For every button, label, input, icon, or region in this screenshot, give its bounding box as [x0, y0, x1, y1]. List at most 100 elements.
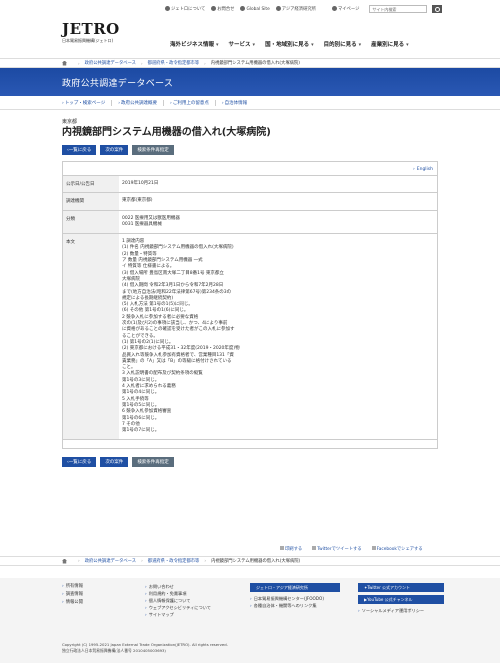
footer-link[interactable]: › 日本貿易振興機構センター(JFOODO) [250, 595, 340, 602]
twitter-account-button[interactable]: ✦ Twitter 公式アカウント [358, 583, 444, 592]
breadcrumb-separator: › [140, 60, 143, 66]
breadcrumb-item[interactable]: 都道府県・政令指定都市等 [148, 558, 200, 564]
footer-col-2: › お問い合わせ › 利用規約・免責事項 › 個人情報保護について › ウェブアクセシビ… [145, 583, 211, 618]
jetro-logo[interactable]: JETRO 日本貿易振興機構(ジェトロ) [62, 22, 120, 44]
row-label: 調達機関 [63, 193, 119, 210]
page-banner: 政府公共調達データベース [0, 68, 500, 96]
respecify-search-button[interactable]: 検索条件再指定 [132, 145, 174, 155]
body-text: 1 調達内容 (1) 件名 内視鏡部門システム用機器の借入れ(大塚病院) (2) 数… [119, 234, 437, 439]
twitter-icon [312, 546, 317, 550]
nav-by-industry[interactable]: 産業別に見る ▾ [371, 40, 409, 48]
back-to-list-button[interactable]: ‹ 一覧に戻る [62, 457, 97, 468]
user-icon [331, 6, 337, 11]
nav-services[interactable]: サービス ▾ [229, 40, 256, 48]
globe-icon [240, 6, 246, 11]
row-label: 本文 [63, 234, 119, 440]
breadcrumb-item[interactable]: 政府公共調達データベース [85, 558, 136, 564]
breadcrumb-item[interactable]: 都道府県・政令指定都市等 [148, 60, 200, 66]
chevron-down-icon: ▾ [406, 42, 409, 48]
twitter-share-link[interactable]: Twitterでツイートする [312, 546, 362, 552]
nav-by-purpose[interactable]: 目的別に見る ▾ [324, 40, 362, 48]
chevron-down-icon: ▾ [216, 42, 219, 48]
nav-by-region[interactable]: 国・地域別に見る ▾ [265, 40, 314, 48]
home-icon[interactable] [62, 60, 67, 66]
respecify-search-button[interactable]: 検索条件再指定 [132, 457, 174, 468]
subnav-overview[interactable]: ›政府公共調達概要 [111, 99, 163, 106]
print-link[interactable]: 印刷する [280, 546, 302, 552]
breadcrumb-separator: › [141, 558, 143, 564]
body-line: 第1号の7に同じ。 [122, 428, 160, 434]
subnav-notes[interactable]: ›ご利用上の留意点 [163, 99, 215, 106]
footer-breadcrumb: › 政府公共調達データベース › 都道府県・政令指定都市等 › 内視鏡部門システ… [0, 556, 500, 566]
action-buttons: ‹ 一覧に戻る 次の案件 検索条件再指定 [62, 145, 438, 155]
arrow-right-icon: › [145, 591, 147, 596]
footer-link[interactable]: › 各種自治体・機関等へのリンク集 [250, 602, 340, 609]
breadcrumb-separator: › [204, 60, 206, 66]
footer-link[interactable]: › ソーシャルメディア運用ポリシー [358, 607, 444, 614]
nav-overseas-business[interactable]: 海外ビジネス情報 ▾ [170, 40, 219, 48]
footer-link[interactable]: › 個人情報保護について [145, 597, 211, 604]
table-row: 分類 0022 医療用又は獣医用機器 0031 医療器具機械 [63, 209, 437, 234]
arrow-right-icon: › [145, 605, 147, 610]
jetro-ide-button[interactable]: ジェトロ・アジア経済研究所 [250, 583, 340, 592]
facebook-share-link[interactable]: Facebookでシェアする [371, 546, 423, 552]
main-content: 東京都 内視鏡部門システム用機器の借入れ(大塚病院) ‹ 一覧に戻る 次の案件 … [62, 118, 438, 468]
category-value: 0022 医療用又は獣医用機器 0031 医療器具機械 [119, 211, 437, 234]
breadcrumb-item[interactable]: 政府公共調達データベース [85, 60, 136, 66]
arrow-right-icon: › [62, 600, 64, 605]
detail-panel: › English 公示日/公告日 2019年10月21日 調達機関 東京都(東京… [62, 161, 438, 450]
arrow-right-icon: › [118, 100, 121, 106]
utility-about[interactable]: ジェトロについて [165, 6, 205, 12]
pub-date-value: 2019年10月21日 [122, 181, 159, 186]
footer-link[interactable]: › 調査情報 [62, 591, 83, 599]
next-item-button[interactable]: 次の案件 [100, 145, 129, 155]
subnav-municipal[interactable]: ›自治体情報 [214, 99, 253, 106]
english-link[interactable]: › English [63, 162, 437, 175]
arrow-right-icon: › [358, 608, 360, 613]
utility-mypage[interactable]: マイページ [331, 6, 359, 12]
action-buttons-bottom: ‹ 一覧に戻る 次の案件 検索条件再指定 [62, 457, 438, 468]
table-row: 本文 1 調達内容 (1) 件名 内視鏡部門システム用機器の借入れ(大塚病院) (2… [63, 233, 437, 441]
youtube-channel-button[interactable]: ▶ YouTube 公式チャンネル [358, 595, 444, 604]
table-row: 公示日/公告日 2019年10月21日 [63, 175, 437, 193]
arrow-right-icon: › [62, 584, 64, 589]
arrow-right-icon: › [221, 100, 224, 106]
search-icon[interactable] [432, 5, 443, 13]
footer-col-4: ✦ Twitter 公式アカウント ▶ YouTube 公式チャンネル › ソーシ… [358, 583, 444, 614]
footer-link[interactable]: › お問い合わせ [145, 583, 211, 590]
site-search-input[interactable]: サイト内検索 [369, 5, 428, 13]
utility-ide[interactable]: アジア経済研究所 [275, 6, 316, 12]
footer-link[interactable]: › サイトマップ [145, 611, 211, 618]
site-header: JETRO 日本貿易振興機構(ジェトロ) ジェトロについて お問合せ Globa… [0, 0, 500, 58]
arrow-right-icon: › [145, 598, 147, 603]
arrow-right-icon: › [145, 584, 147, 589]
site-footer: › 所有情報 › 調査情報 › 情報公開 › お問い合わせ › 利用規約・免責事項 › 個人… [0, 578, 500, 663]
detail-table: 公示日/公告日 2019年10月21日 調達機関 東京都(東京都) 分類 002… [63, 175, 437, 441]
back-to-list-button[interactable]: ‹ 一覧に戻る [62, 145, 97, 155]
facebook-icon [371, 546, 376, 550]
building-icon [275, 6, 281, 11]
table-row: 調達機関 東京都(東京都) [63, 192, 437, 210]
footer-link[interactable]: › 利用規約・免責事項 [145, 590, 211, 597]
breadcrumb: › 政府公共調達データベース › 都道府県・政令指定都市等 › 内視鏡部門システ… [0, 58, 500, 68]
utility-contact[interactable]: お問合せ [211, 6, 234, 12]
footer-link[interactable]: › 情報公開 [62, 599, 83, 607]
chevron-down-icon: ▾ [311, 42, 314, 48]
utility-global[interactable]: Global Site [240, 6, 270, 12]
main-nav: 海外ビジネス情報 ▾ サービス ▾ 国・地域別に見る ▾ 目的別に見る ▾ 産業別に見る… [170, 40, 409, 48]
next-item-button[interactable]: 次の案件 [100, 457, 129, 468]
breadcrumb-current: 内視鏡部門システム用機器の借入れ(大塚病院) [210, 61, 300, 66]
footer-link[interactable]: › ウェブアクセシビリティについて [145, 604, 211, 611]
company-text: 独立行政法人日本貿易振興機構(法人番号 2010405003693) [62, 648, 166, 653]
breadcrumb-separator: › [78, 558, 80, 564]
breadcrumb-separator: › [78, 60, 80, 66]
chevron-down-icon: ▾ [358, 42, 362, 48]
subnav-top[interactable]: ›トップ・検索ページ [62, 100, 111, 106]
sub-nav: ›トップ・検索ページ ›政府公共調達概要 ›ご利用上の留意点 ›自治体情報 [0, 96, 500, 110]
agency-value: 東京都(東京都) [122, 198, 153, 204]
row-label: 公示日/公告日 [63, 176, 119, 193]
footer-link[interactable]: › 所有情報 [62, 583, 83, 591]
row-label: 分類 [63, 210, 119, 234]
logo-text: JETRO [62, 20, 120, 38]
home-icon[interactable] [62, 558, 67, 564]
